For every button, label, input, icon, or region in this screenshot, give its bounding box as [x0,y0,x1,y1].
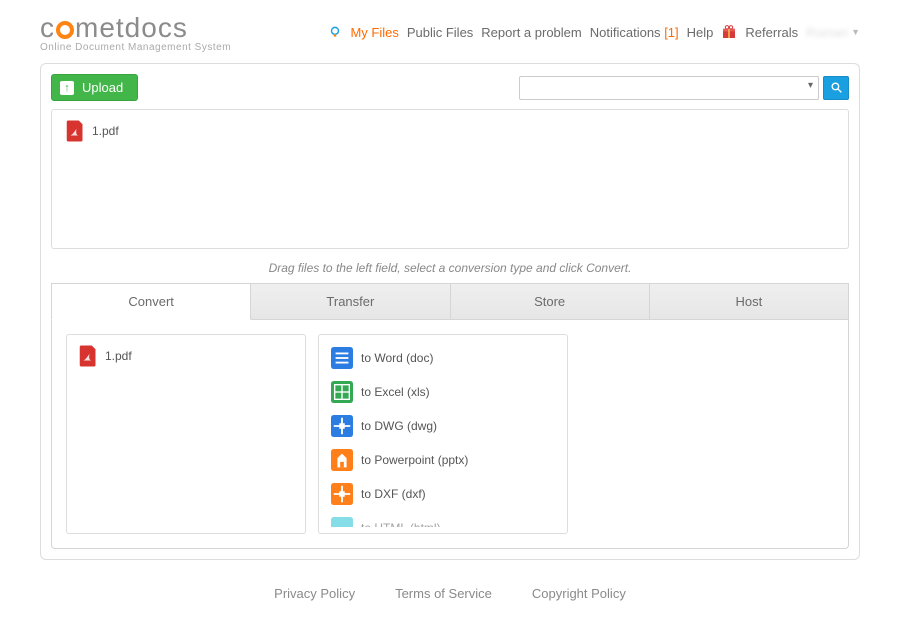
nav-notifications[interactable]: Notifications [1] [590,25,679,40]
nav-public-files[interactable]: Public Files [407,25,473,40]
format-label: to Excel (xls) [361,385,430,399]
search-dropdown[interactable] [519,76,819,100]
file-drop-zone[interactable]: 1.pdf [51,109,849,249]
gift-icon [721,24,737,40]
user-name: Roman [806,25,848,40]
upload-button[interactable]: ↑ Upload [51,74,138,101]
format-label: to DWG (dwg) [361,419,437,433]
file-name: 1.pdf [105,349,132,363]
nav-notifications-label: Notifications [590,25,661,40]
upload-label: Upload [82,80,123,95]
pdf-icon [66,120,84,142]
word-icon [331,347,353,369]
format-powerpoint[interactable]: to Powerpoint (pptx) [325,443,561,477]
file-item[interactable]: 1.pdf [79,345,293,367]
nav-report-problem[interactable]: Report a problem [481,25,581,40]
footer-privacy[interactable]: Privacy Policy [274,586,355,601]
footer-terms[interactable]: Terms of Service [395,586,492,601]
excel-icon [331,381,353,403]
tab-host[interactable]: Host [650,283,849,320]
file-name: 1.pdf [92,124,119,138]
lightbulb-icon [328,25,342,39]
dwg-icon [331,415,353,437]
tab-store[interactable]: Store [451,283,650,320]
tab-convert[interactable]: Convert [51,283,251,320]
format-dxf[interactable]: to DXF (dxf) [325,477,561,511]
upload-arrow-icon: ↑ [60,81,74,95]
tab-body-convert: 1.pdf to Word (doc) to Excel (xls) to DW… [51,320,849,549]
search-button[interactable] [823,76,849,100]
tabs: Convert Transfer Store Host [51,283,849,320]
format-excel[interactable]: to Excel (xls) [325,375,561,409]
caret-down-icon: ▼ [851,27,860,37]
footer: Privacy Policy Terms of Service Copyrigh… [0,572,900,625]
nav-my-files[interactable]: My Files [350,25,398,40]
nav-referrals[interactable]: Referrals [745,25,798,40]
dxf-icon [331,483,353,505]
top-nav: My Files Public Files Report a problem N… [328,12,860,40]
pdf-icon [79,345,97,367]
conversion-list[interactable]: to Word (doc) to Excel (xls) to DWG (dwg… [325,341,561,527]
selected-files-panel[interactable]: 1.pdf [66,334,306,534]
logo[interactable]: cmetdocs Online Document Management Syst… [40,12,231,53]
footer-copyright[interactable]: Copyright Policy [532,586,626,601]
main-card: ↑ Upload 1.pdf Drag files to the left fi… [40,63,860,560]
tab-transfer[interactable]: Transfer [251,283,450,320]
format-html[interactable]: to HTML (html) [325,511,561,527]
file-item[interactable]: 1.pdf [66,120,834,142]
format-label: to DXF (dxf) [361,487,426,501]
format-word[interactable]: to Word (doc) [325,341,561,375]
hint-text: Drag files to the left field, select a c… [51,261,849,275]
html-icon [331,517,353,527]
search-icon [830,81,843,94]
format-dwg[interactable]: to DWG (dwg) [325,409,561,443]
nav-help[interactable]: Help [687,25,714,40]
powerpoint-icon [331,449,353,471]
search-input[interactable] [519,76,819,100]
user-menu[interactable]: Roman ▼ [806,25,860,40]
format-label: to Word (doc) [361,351,433,365]
conversion-formats-panel: to Word (doc) to Excel (xls) to DWG (dwg… [318,334,568,534]
format-label: to Powerpoint (pptx) [361,453,468,467]
notification-count: [1] [664,25,678,40]
tagline: Online Document Management System [40,42,231,53]
format-label: to HTML (html) [361,521,441,527]
